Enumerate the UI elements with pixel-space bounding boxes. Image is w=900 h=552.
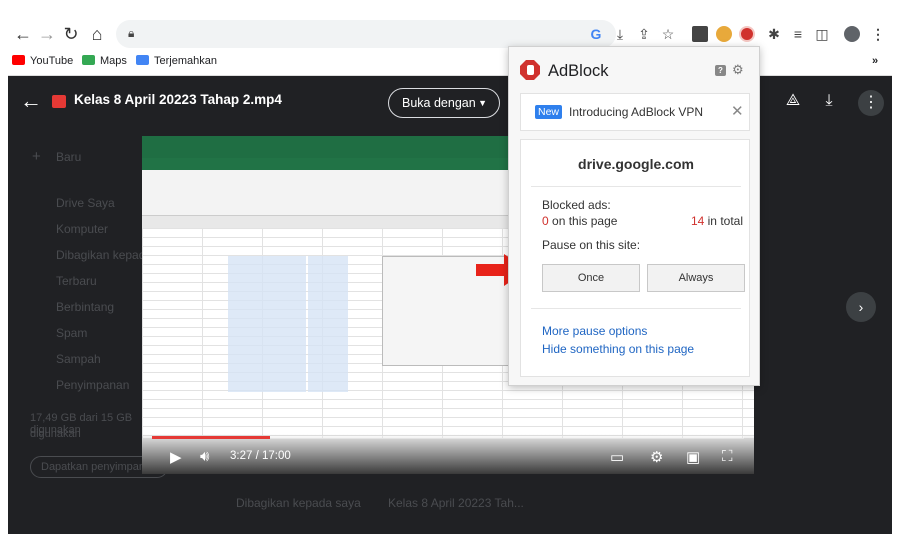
pause-once-button[interactable]: Once [542, 264, 640, 292]
bg-new-label: Baru [56, 150, 82, 164]
bg-my-drive: Drive Saya [56, 196, 115, 210]
bg-storage: Penyimpanan [56, 378, 130, 392]
site-domain: drive.google.com [578, 156, 694, 172]
vpn-banner[interactable]: New Introducing AdBlock VPN ✕ [520, 93, 750, 131]
video-controls: ▶ 🔊︎ 3:27 / 17:00 ▭ ⚙ ▣ ⛶ [142, 434, 754, 474]
adblock-popup: AdBlock ? ⚙ New Introducing AdBlock VPN … [508, 46, 760, 386]
page-blocked-count: 0 on this page [542, 214, 618, 228]
side-panel-icon[interactable]: ◫ [812, 26, 832, 43]
bg-starred: Berbintang [56, 300, 115, 314]
excel-selected-column [228, 256, 306, 392]
video-progress-bar[interactable] [152, 436, 744, 439]
bg-new-plus-icon: + [32, 148, 41, 165]
new-badge: New [535, 105, 563, 119]
divider [531, 186, 741, 187]
help-icon[interactable]: ? [715, 65, 726, 76]
bg-recent: Terbaru [56, 274, 97, 288]
bg-breadcrumb: Dibagikan kepada saya [236, 496, 361, 510]
more-pause-options-link[interactable]: More pause options [542, 324, 647, 338]
bg-computers: Komputer [56, 222, 109, 236]
bookmark-maps[interactable]: Maps [82, 55, 127, 67]
video-progress-fill [152, 436, 271, 439]
hide-something-link[interactable]: Hide something on this page [542, 342, 694, 356]
bg-breadcrumb-file: Kelas 8 April 20223 Tah... [388, 496, 524, 510]
home-icon[interactable]: ⌂ [86, 24, 108, 44]
open-with-button[interactable]: Buka dengan ▼ [388, 88, 500, 118]
adblock-brand: AdBlock [548, 62, 609, 80]
total-blocked-count: 14 in total [690, 214, 743, 228]
settings-gear-icon[interactable]: ⚙ [650, 448, 663, 466]
reading-list-icon[interactable]: ≡ [788, 26, 808, 42]
profile-avatar[interactable] [844, 26, 860, 42]
settings-gear-icon[interactable]: ⚙ [732, 62, 744, 78]
caret-down-icon: ▼ [478, 98, 487, 108]
bookmark-star-icon[interactable]: ☆ [658, 26, 678, 43]
download-icon[interactable]: ⤓ [818, 92, 840, 110]
back-icon[interactable]: ← [12, 24, 34, 44]
close-viewer-arrow-icon[interactable]: ← [20, 90, 42, 112]
vpn-banner-text[interactable]: Introducing AdBlock VPN [569, 105, 703, 119]
volume-icon[interactable]: 🔊︎ [200, 448, 209, 465]
add-shortcut-icon[interactable]: ⟁ [782, 92, 804, 110]
bookmark-youtube[interactable]: YouTube [12, 55, 73, 67]
forward-icon[interactable]: → [36, 24, 58, 44]
excel-selected-column-2 [308, 256, 348, 392]
address-bar[interactable]: 🔒︎ [116, 20, 616, 48]
maps-icon [82, 55, 95, 65]
divider [531, 308, 741, 309]
extension-sun-icon[interactable] [716, 26, 732, 42]
pause-label: Pause on this site: [542, 238, 641, 252]
share-icon[interactable]: ⇪ [634, 26, 654, 43]
more-options-icon[interactable]: ⋮ [858, 90, 884, 116]
bg-trash: Sampah [56, 352, 101, 366]
bg-spam: Spam [56, 326, 88, 340]
bg-storage-sub: digunakan [30, 428, 81, 440]
chrome-menu-icon[interactable]: ⋮ [868, 26, 888, 43]
video-file-icon [52, 95, 66, 108]
blocked-ads-label: Blocked ads: [542, 198, 611, 212]
reload-icon[interactable]: ↻ [60, 24, 82, 44]
pause-always-button[interactable]: Always [647, 264, 745, 292]
install-icon[interactable]: ⤓ [610, 26, 630, 43]
youtube-icon [12, 55, 25, 65]
adblock-logo-icon [520, 60, 540, 80]
file-title: Kelas 8 April 20223 Tahap 2.mp4 [74, 92, 282, 107]
bookmark-translate[interactable]: Terjemahkan [136, 55, 217, 67]
play-icon[interactable]: ▶ [170, 448, 182, 466]
browser-window: ← → ↻ ⌂ 🔒︎ G ⤓ ⇪ ☆ ✱ ≡ ◫ ⋮ YouTube Maps … [8, 0, 892, 534]
adblock-main-card: drive.google.com Blocked ads: 0 on this … [520, 139, 750, 377]
browser-toolbar: ← → ↻ ⌂ 🔒︎ G ⤓ ⇪ ☆ ✱ ≡ ◫ ⋮ [8, 0, 892, 48]
translate-icon [136, 55, 149, 65]
fullscreen-icon[interactable]: ⛶ [722, 448, 733, 465]
google-lens-icon[interactable]: G [586, 26, 606, 42]
lock-icon[interactable]: 🔒︎ [128, 26, 134, 41]
adblock-extension-icon[interactable] [739, 26, 755, 42]
close-icon[interactable]: ✕ [731, 102, 744, 120]
extensions-puzzle-icon[interactable]: ✱ [764, 26, 784, 43]
captions-icon[interactable]: ▭ [610, 448, 624, 466]
video-time: 3:27 / 17:00 [230, 450, 291, 462]
extension-m-icon[interactable] [692, 26, 708, 42]
miniplayer-icon[interactable]: ▣ [686, 448, 700, 466]
next-file-chevron-icon[interactable]: › [846, 292, 876, 322]
more-bookmarks-button[interactable]: » [872, 55, 878, 67]
